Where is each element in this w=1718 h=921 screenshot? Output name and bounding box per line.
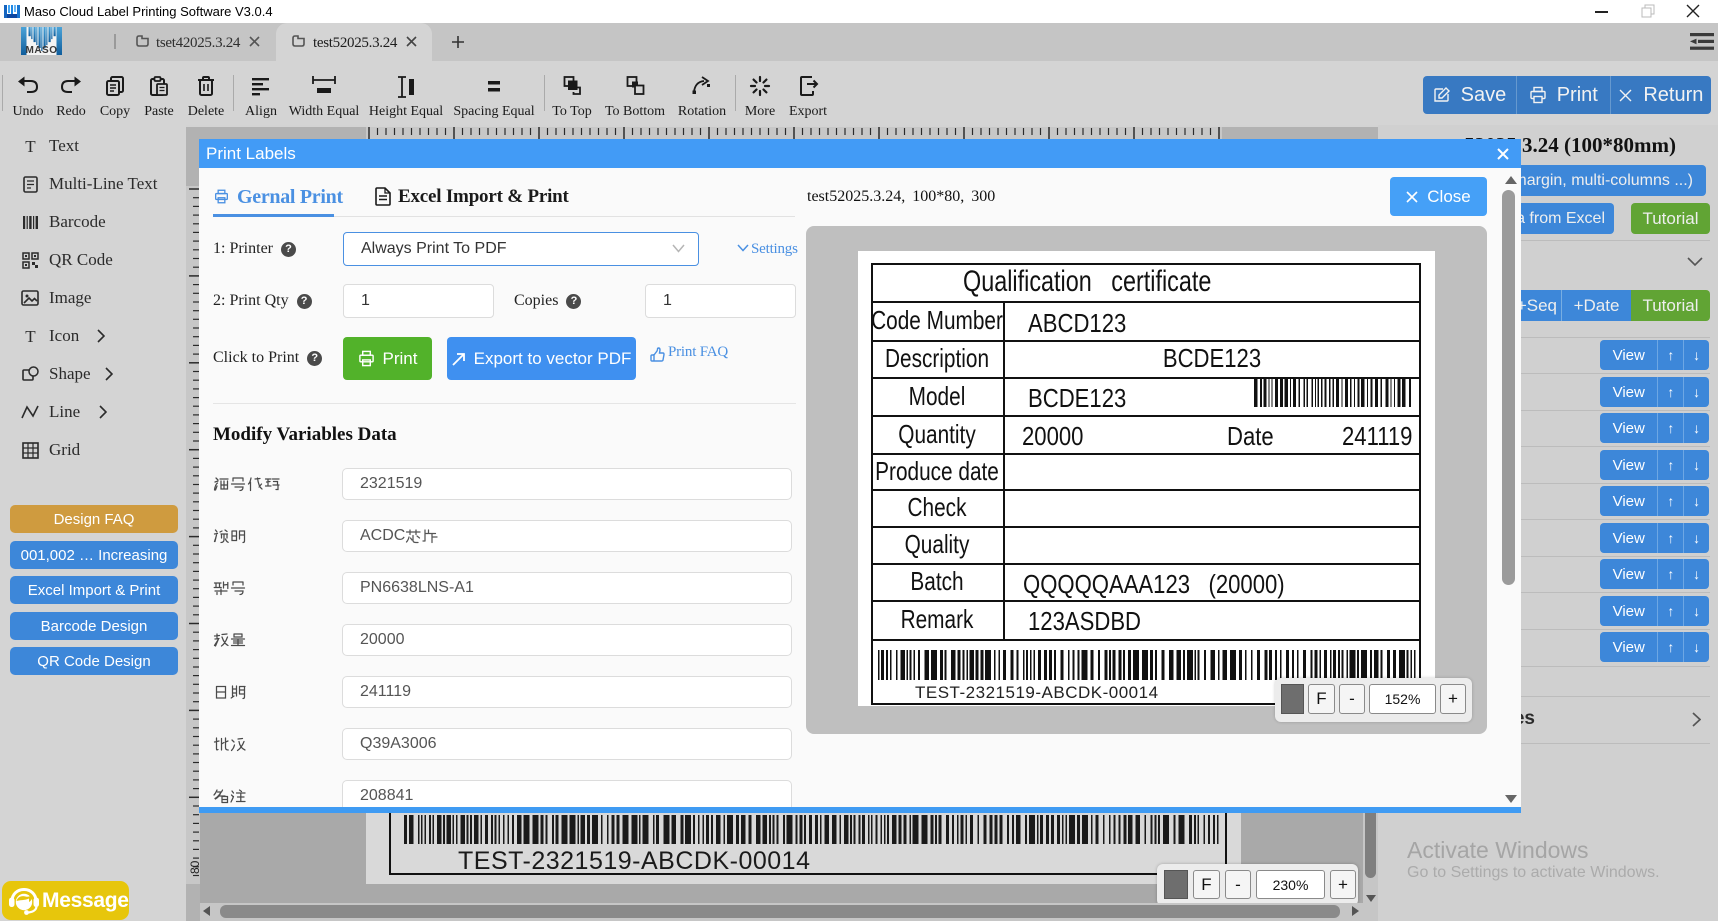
svg-text:T: T — [25, 138, 36, 155]
svg-text:MASO: MASO — [26, 45, 58, 55]
svg-text:T: T — [25, 328, 36, 345]
